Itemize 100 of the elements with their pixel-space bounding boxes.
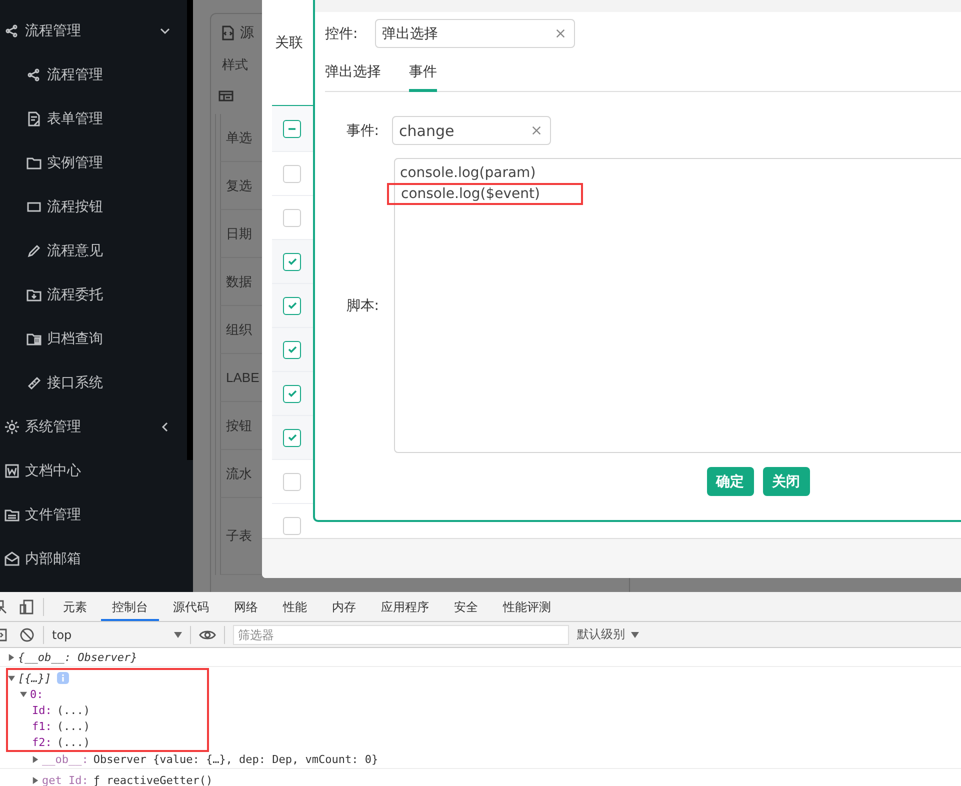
property-key: get Id: (42, 774, 88, 786)
field-label: 关联 (275, 34, 303, 52)
nav-item[interactable]: 归档查询 (0, 317, 175, 361)
document-icon (220, 25, 236, 41)
table-cell: 单选 (226, 128, 252, 146)
console-message: [{…}] (18, 672, 52, 684)
folder-icon (4, 507, 20, 523)
devtools-tab[interactable]: 网络 (223, 592, 269, 621)
document-icon (26, 111, 42, 127)
devtools-tab[interactable]: 元素 (52, 592, 98, 621)
check-icon (288, 258, 296, 265)
check-icon (288, 434, 296, 441)
folder-icon (26, 155, 42, 171)
tab-label: 源 (240, 24, 254, 42)
property-value: (...) (56, 736, 90, 748)
field-label: 脚本: (345, 296, 379, 314)
devtools-tab[interactable]: 性能 (272, 592, 318, 621)
eye-icon[interactable] (199, 628, 216, 640)
checkbox[interactable] (283, 164, 301, 182)
folder-icon (26, 331, 42, 347)
nav-item[interactable]: 流程委托 (0, 273, 175, 317)
code-line: console.log($event) (401, 186, 540, 202)
nav-item[interactable]: 流程管理 (0, 9, 175, 53)
nav-item[interactable]: 流程按钮 (0, 185, 175, 229)
section-label: 样式 (222, 57, 248, 74)
devtools-tab[interactable]: 内存 (321, 592, 367, 621)
property-key: __ob__: (42, 752, 88, 766)
minus-icon (288, 128, 296, 130)
check-icon (288, 302, 296, 309)
devtools-tab[interactable]: 性能评测 (492, 592, 562, 621)
table-icon (218, 88, 234, 104)
nav-item[interactable]: 文件管理 (0, 493, 175, 537)
field-label: 事件: (345, 122, 379, 140)
clear-console-icon[interactable] (19, 626, 35, 642)
nav-item[interactable]: 表单管理 (0, 97, 175, 141)
checkbox[interactable] (283, 208, 301, 226)
check-icon (288, 346, 296, 353)
ruler-icon (26, 375, 42, 391)
devtools-tab[interactable]: 应用程序 (370, 592, 440, 621)
folder-icon (26, 287, 42, 303)
nav-item[interactable]: 实例管理 (0, 141, 175, 185)
clear-icon[interactable] (531, 125, 542, 136)
property-key: 0: (30, 688, 44, 700)
property-value: (...) (56, 720, 90, 732)
checkbox[interactable] (283, 472, 301, 490)
expand-arrow-icon[interactable] (32, 776, 39, 784)
nav-item[interactable]: 内部邮箱 (0, 537, 175, 581)
table-cell: 按钮 (226, 416, 252, 434)
caret-icon (174, 630, 182, 638)
table-cell: 数据 (226, 272, 252, 290)
table-cell: LABE (226, 370, 260, 385)
log-level-dropdown[interactable]: 默认级别 (577, 626, 639, 643)
property-key: Id: (32, 704, 52, 716)
table-cell: 组织 (226, 320, 252, 338)
select-field[interactable]: 弹出选择 (375, 19, 575, 48)
expand-arrow-icon[interactable] (20, 690, 27, 698)
table-cell: 日期 (226, 224, 252, 242)
checkbox[interactable] (283, 252, 301, 270)
devtools-tab[interactable]: 安全 (443, 592, 489, 621)
table-cell: 子表 (226, 527, 252, 545)
pencil-icon (26, 243, 42, 259)
device-icon[interactable] (19, 598, 35, 614)
devtools-tab[interactable]: 源代码 (162, 592, 220, 621)
field-label: 控件: (325, 24, 359, 42)
envelope-icon (4, 551, 20, 567)
property-value: (...) (56, 704, 90, 716)
code-line: console.log(param) (400, 165, 536, 181)
settings-icon (4, 419, 20, 435)
document-icon (4, 463, 20, 479)
nav-item[interactable]: 接口系统 (0, 361, 175, 405)
property-key: f2: (32, 736, 52, 748)
share-icon (4, 23, 20, 39)
nav-item[interactable]: 流程意见 (0, 229, 175, 273)
checkbox[interactable] (283, 340, 301, 358)
nav-item[interactable]: 文档中心 (0, 449, 175, 493)
checkbox[interactable] (283, 384, 301, 402)
share-icon (26, 67, 42, 83)
tab[interactable]: 弹出选择 (325, 56, 381, 92)
property-value: Observer {value: {…}, dep: Dep, vmCount: 0} (93, 752, 378, 766)
checkbox[interactable] (283, 120, 301, 138)
table-cell: 复选 (226, 176, 252, 194)
expand-arrow-icon[interactable] (8, 654, 15, 660)
expand-arrow-icon[interactable] (32, 756, 39, 762)
property-value: ƒ reactiveGetter() (93, 774, 213, 786)
context-dropdown[interactable]: top (52, 628, 182, 642)
nav-item[interactable]: 系统管理 (0, 405, 175, 449)
nav-item[interactable]: 流程管理 (0, 53, 175, 97)
select-field[interactable]: change (392, 116, 551, 145)
table-cell: 流水 (226, 464, 252, 482)
checkbox[interactable] (283, 516, 301, 534)
checkbox[interactable] (283, 428, 301, 446)
checkbox[interactable] (283, 296, 301, 314)
tab[interactable]: 事件 (409, 56, 437, 92)
filter-field[interactable]: 筛选器 (233, 624, 569, 644)
property-key: f1: (32, 720, 52, 732)
clear-icon[interactable] (555, 28, 566, 39)
console-message: {__ob__: Observer} (18, 650, 138, 664)
expand-arrow-icon[interactable] (8, 674, 15, 682)
check-icon (288, 390, 296, 397)
caret-icon (631, 630, 639, 638)
